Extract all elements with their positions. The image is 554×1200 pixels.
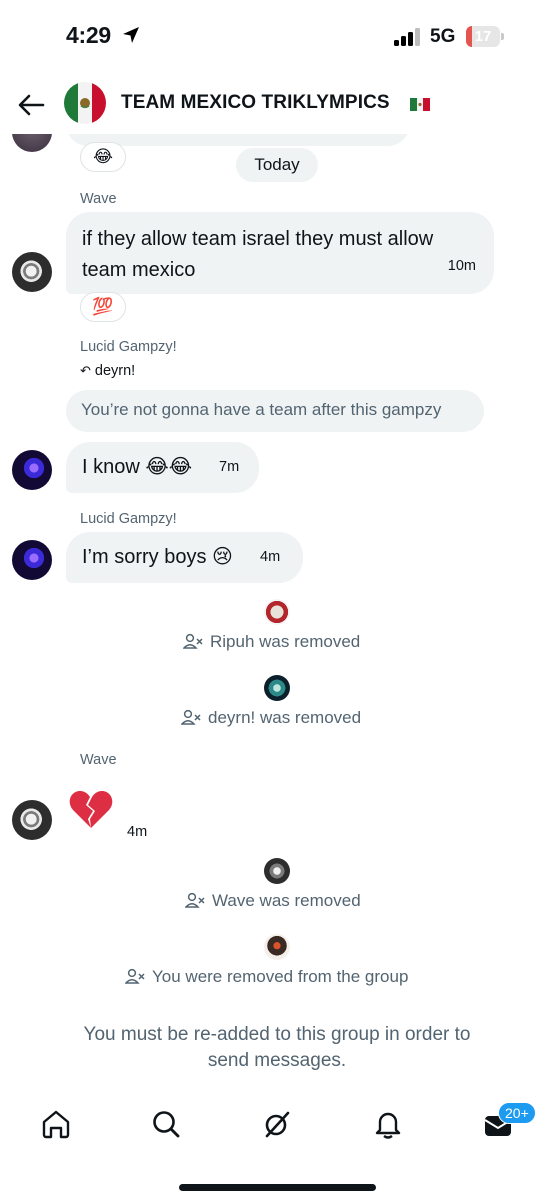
reply-reference[interactable]: ↶ deyrn!	[80, 363, 135, 379]
readonly-notice-line: You must be re-added to this group in or…	[83, 1024, 471, 1045]
sender-name: Lucid Gampzy!	[80, 511, 177, 527]
sender-name: Wave	[80, 752, 117, 768]
system-event-text: Ripuh was removed	[210, 632, 361, 651]
user-removed-icon	[183, 633, 203, 649]
system-event: deyrn! was removed	[181, 708, 361, 728]
user-removed-icon	[125, 968, 145, 984]
message-text: I’m sorry boys 😢	[82, 546, 233, 568]
avatar[interactable]	[12, 134, 52, 152]
group-avatar[interactable]	[64, 82, 106, 124]
system-event: Wave was removed	[185, 891, 361, 911]
date-divider: Today	[236, 148, 318, 182]
status-time: 4:29	[66, 22, 111, 48]
search-icon[interactable]	[150, 1108, 182, 1140]
avatar[interactable]	[264, 675, 290, 701]
sender-name: Lucid Gampzy!	[80, 339, 177, 355]
quoted-message[interactable]: You’re not gonna have a team after this …	[66, 390, 484, 432]
system-event-text: Wave was removed	[212, 891, 361, 910]
group-title[interactable]: TEAM MEXICO TRIKLYMPICS	[121, 92, 390, 114]
user-removed-icon	[185, 892, 205, 908]
location-arrow-icon	[123, 27, 139, 43]
signal-strength-icon	[394, 28, 420, 46]
message-text-line: team mexico	[82, 259, 196, 281]
avatar[interactable]	[264, 934, 290, 960]
reaction-badge[interactable]: 😂	[80, 142, 126, 172]
readonly-notice: You must be re-added to this group in or…	[0, 1022, 554, 1074]
reply-to-name: deyrn!	[94, 363, 136, 379]
avatar[interactable]	[12, 800, 52, 840]
message-text-line: if they allow team israel they must allo…	[82, 228, 434, 250]
home-indicator	[179, 1184, 376, 1191]
message-bubble[interactable]: I know 😂😂 7m	[66, 442, 259, 493]
conversation-header: TEAM MEXICO TRIKLYMPICS	[0, 76, 554, 134]
home-icon[interactable]	[40, 1108, 72, 1140]
avatar[interactable]	[12, 252, 52, 292]
system-event: Ripuh was removed	[183, 632, 360, 652]
notifications-bell-icon[interactable]	[372, 1108, 404, 1140]
status-bar: 4:29 5G 17	[0, 0, 554, 76]
sender-name: Wave	[80, 191, 117, 207]
back-arrow-icon[interactable]	[16, 90, 46, 120]
message-time: 10m	[447, 258, 476, 274]
broken-heart-emoji[interactable]	[68, 786, 114, 832]
avatar[interactable]	[264, 858, 290, 884]
message-text: I know 😂😂	[82, 456, 193, 478]
avatar[interactable]	[12, 450, 52, 490]
reaction-badge[interactable]: 💯	[80, 292, 126, 322]
mexico-flag-icon	[410, 98, 430, 111]
user-removed-icon	[181, 709, 201, 725]
message-bubble[interactable]: if they allow team israel they must allo…	[66, 212, 494, 294]
battery-level: 17	[474, 28, 492, 45]
system-event: You were removed from the group	[125, 967, 408, 987]
system-event-text: deyrn! was removed	[208, 708, 362, 727]
message-list[interactable]: 😂 Today Wave if they allow team israel t…	[0, 134, 554, 1090]
unread-messages-badge: 20+	[498, 1102, 536, 1124]
message-bubble[interactable]: I’m sorry boys 😢 4m	[66, 532, 303, 583]
system-event-text: You were removed from the group	[152, 967, 409, 986]
grok-icon[interactable]	[261, 1108, 293, 1140]
message-time: 4m	[127, 824, 148, 840]
avatar[interactable]	[264, 599, 290, 625]
message-time: 7m	[219, 459, 240, 475]
network-type: 5G	[430, 26, 456, 47]
message-time: 4m	[260, 549, 281, 565]
avatar[interactable]	[12, 540, 52, 580]
readonly-notice-line: send messages.	[207, 1050, 347, 1071]
battery-icon: 17	[466, 26, 504, 47]
reply-arrow-icon: ↶	[80, 363, 91, 378]
